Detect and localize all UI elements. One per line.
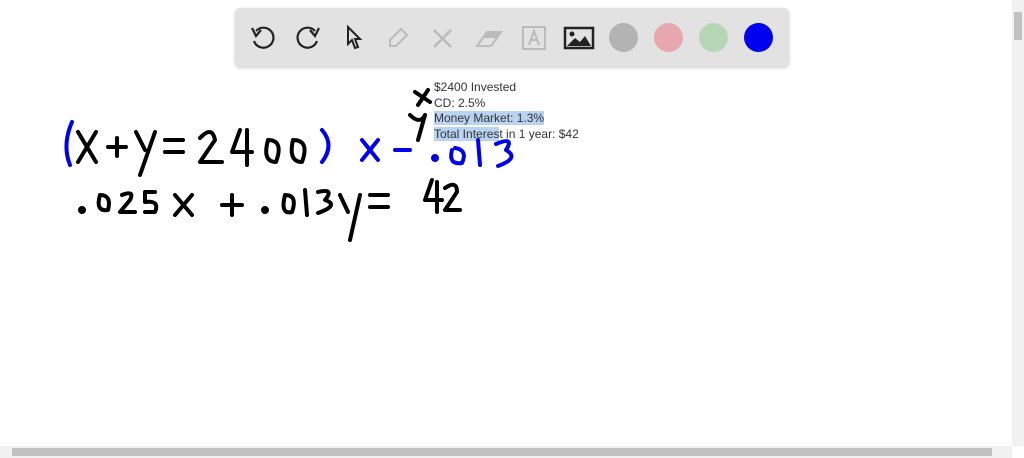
blue-ink (64, 120, 514, 168)
black-ink (76, 88, 462, 242)
handwriting-canvas[interactable] (0, 0, 1012, 446)
vertical-scrollbar[interactable] (1012, 0, 1024, 446)
scroll-thumb[interactable] (1014, 12, 1022, 40)
horizontal-scrollbar[interactable] (0, 446, 1012, 458)
scroll-thumb[interactable] (12, 448, 992, 456)
